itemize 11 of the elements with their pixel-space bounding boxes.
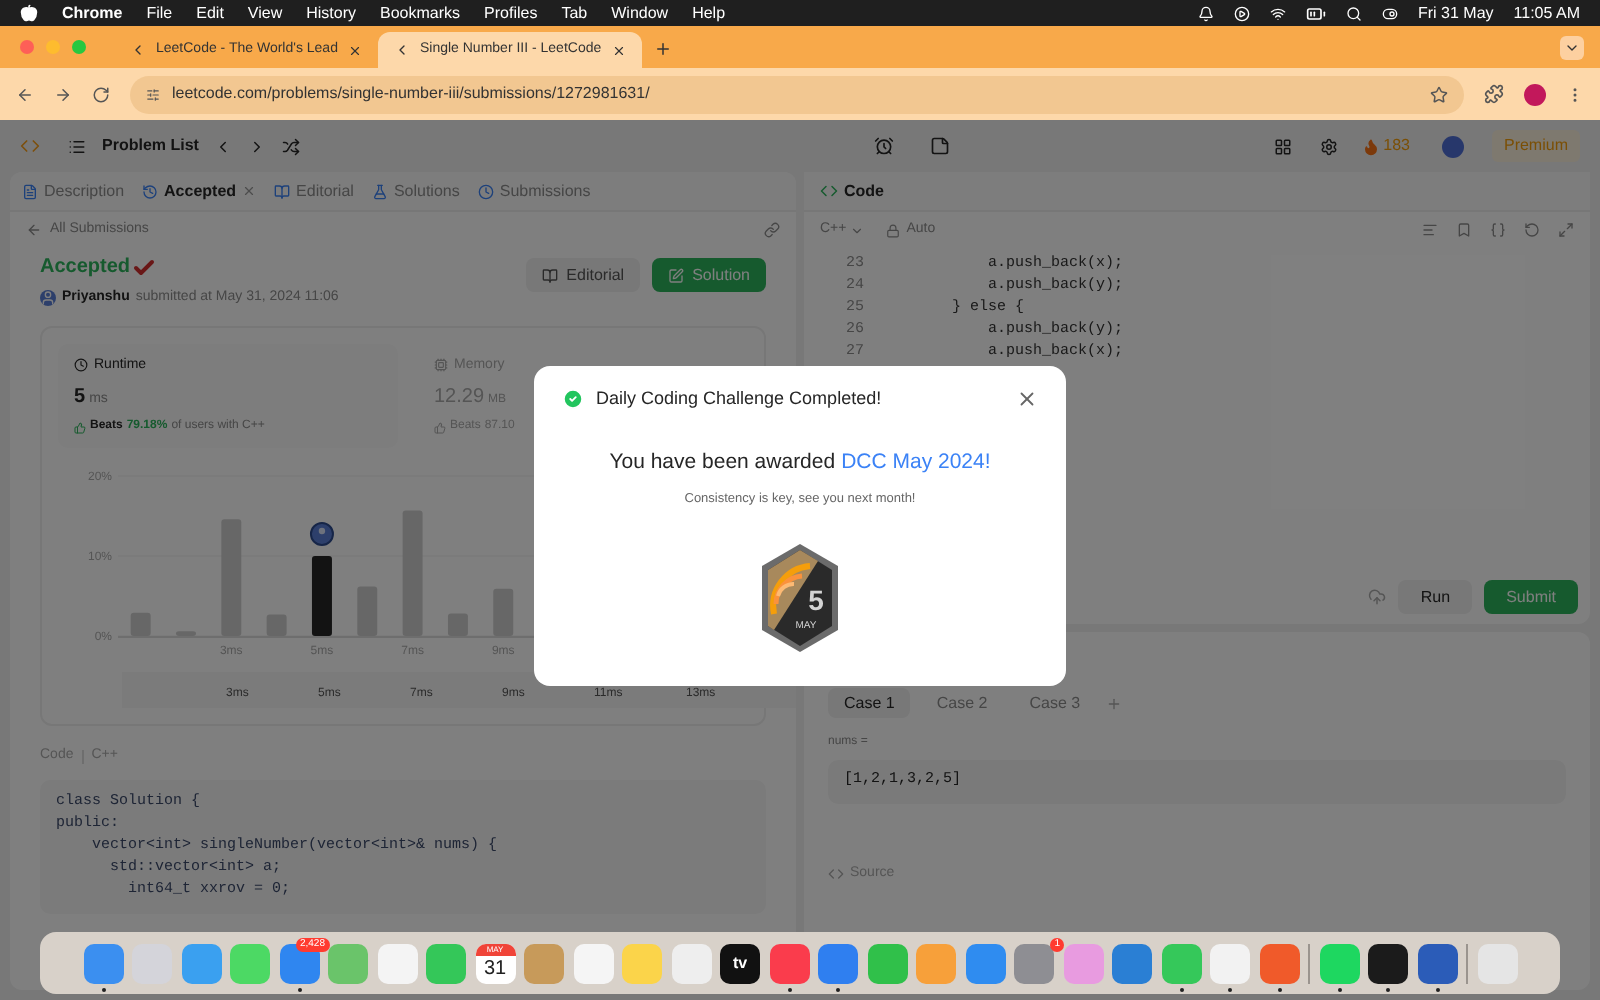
panel-title: Code bbox=[844, 179, 884, 203]
calendar-day: 31 bbox=[483, 955, 507, 981]
status-text: Accepted bbox=[40, 254, 131, 282]
award-name: DCC May 2024! bbox=[841, 447, 991, 477]
dialog-title: Daily Coding Challenge Completed! bbox=[596, 386, 882, 412]
url-text: leetcode.com/problems/single-number-iii/submissions/1272981631/ bbox=[172, 82, 650, 106]
award-text: You have been awarded bbox=[609, 447, 836, 477]
runtime-value: 5 bbox=[74, 384, 86, 412]
menu-time: 11:05 AM bbox=[1513, 1, 1580, 25]
badge-number: 5 bbox=[808, 584, 824, 616]
menu-date: Fri 31 May bbox=[1417, 1, 1494, 25]
